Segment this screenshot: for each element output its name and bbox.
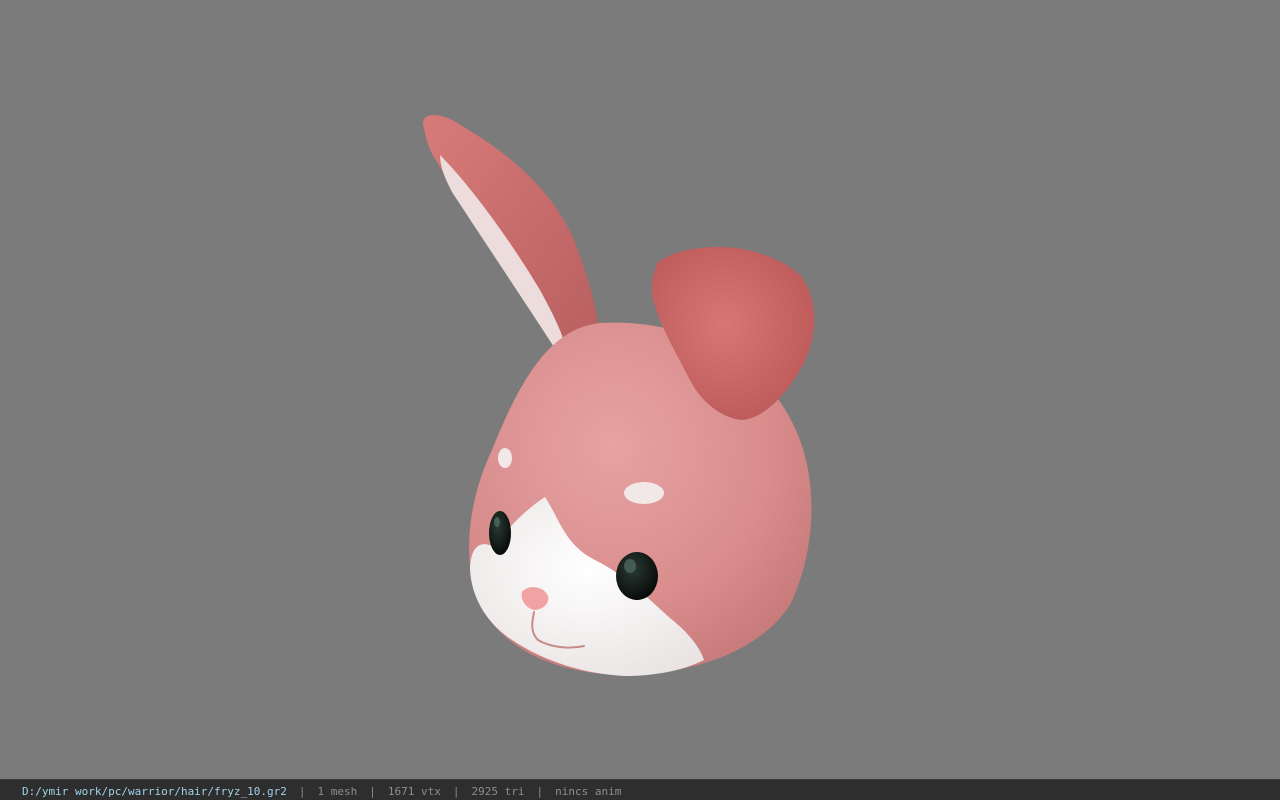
animation-status: nincs anim: [555, 784, 622, 798]
left-ear: [422, 114, 599, 352]
left-eye-highlight: [494, 517, 500, 527]
file-path: D:/ymir work/pc/warrior/hair/fryz_10.gr2: [22, 784, 287, 798]
forehead-spot: [624, 482, 664, 504]
right-eye: [616, 552, 658, 600]
separator: |: [298, 784, 306, 798]
left-eye: [489, 511, 511, 555]
status-bar: D:/ymir work/pc/warrior/hair/fryz_10.gr2…: [0, 779, 1280, 800]
right-eye-highlight: [624, 559, 636, 573]
model-render: [422, 114, 815, 676]
separator: |: [369, 784, 376, 798]
mesh-count: 1 mesh: [317, 784, 358, 798]
triangle-count: 2925 tri: [471, 784, 525, 798]
separator: |: [452, 784, 460, 798]
forehead-spot-small: [498, 448, 512, 468]
vertex-count: 1671 vtx: [387, 784, 441, 798]
3d-viewport[interactable]: [0, 0, 1280, 779]
separator: |: [536, 784, 544, 798]
